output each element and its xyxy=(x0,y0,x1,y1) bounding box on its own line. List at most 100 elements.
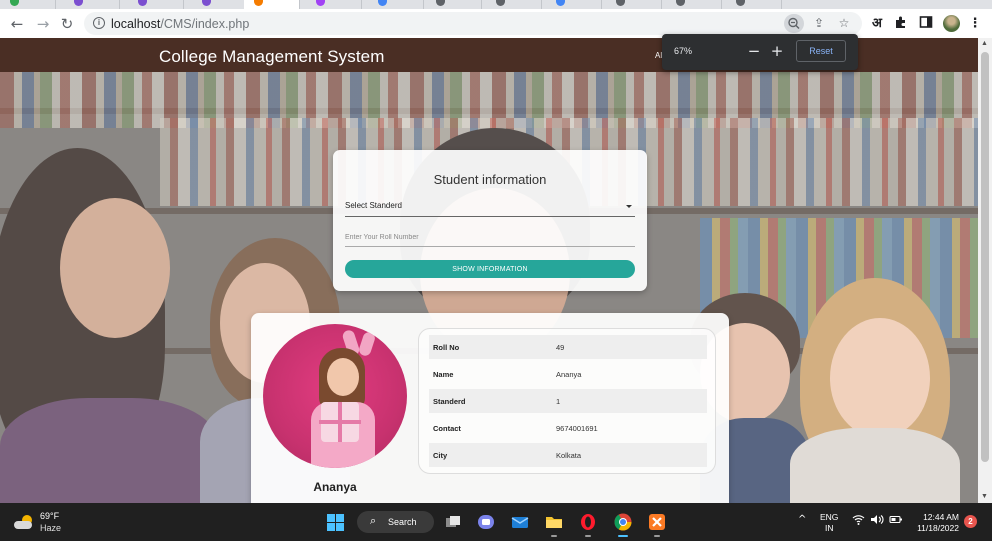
tab-favicon-icon xyxy=(202,0,211,6)
scrollbar-thumb[interactable] xyxy=(981,52,989,462)
tab-favicon-icon xyxy=(316,0,325,6)
extensions-icon[interactable] xyxy=(892,15,910,33)
row-value: Kolkata xyxy=(556,451,582,460)
chrome-icon[interactable] xyxy=(613,512,633,537)
back-icon[interactable]: ← xyxy=(7,14,27,34)
zoom-popup: 67% − + Reset xyxy=(662,34,858,70)
file-explorer-icon[interactable] xyxy=(544,512,564,537)
row-key: Contact xyxy=(433,424,461,433)
zoom-icon[interactable] xyxy=(784,14,804,33)
student-details-table: Roll No 49 Name Ananya Standerd 1 Contac… xyxy=(418,328,716,474)
side-panel-icon[interactable] xyxy=(917,15,935,33)
weather-condition: Haze xyxy=(40,523,62,533)
info-icon[interactable]: i xyxy=(93,17,105,29)
zoom-in-button[interactable]: + xyxy=(769,41,785,61)
weather-widget[interactable]: 69°F Haze xyxy=(14,511,74,535)
profile-avatar[interactable] xyxy=(943,15,960,32)
show-information-button[interactable]: SHOW INFORMATION xyxy=(345,260,635,278)
student-name: Ananya xyxy=(313,480,357,494)
browser-tab[interactable] xyxy=(192,0,248,9)
star-icon[interactable]: ☆ xyxy=(835,14,853,33)
mail-icon[interactable] xyxy=(510,512,530,532)
page-viewport: College Management System Al Student inf… xyxy=(0,38,978,503)
xampp-icon[interactable] xyxy=(647,512,667,537)
windows-taskbar: 69°F Haze ⌕ Search ^ ENG IN 12:44 AM 11/… xyxy=(0,503,992,541)
tab-strip xyxy=(0,0,992,9)
standard-select[interactable]: Select Standerd xyxy=(345,199,635,217)
more-menu-icon[interactable]: ⋮ xyxy=(966,15,984,33)
browser-tab[interactable] xyxy=(128,0,184,9)
tab-favicon-icon xyxy=(378,0,387,6)
browser-tab[interactable] xyxy=(306,0,362,9)
form-title: Student information xyxy=(433,172,547,187)
search-label: Search xyxy=(388,517,417,527)
start-icon[interactable] xyxy=(327,514,344,531)
tab-favicon-icon xyxy=(676,0,685,6)
clock-date: 11/18/2022 xyxy=(917,523,959,533)
browser-tab[interactable] xyxy=(666,0,722,9)
table-row: Standerd 1 xyxy=(429,389,707,413)
share-icon[interactable]: ⇪ xyxy=(810,14,828,33)
language-line1: ENG xyxy=(820,512,839,522)
table-row: Name Ananya xyxy=(429,362,707,386)
browser-tab[interactable] xyxy=(486,0,542,9)
tab-favicon-icon xyxy=(736,0,745,6)
forward-icon[interactable]: → xyxy=(33,14,53,34)
chevron-up-icon[interactable]: ^ xyxy=(798,514,806,525)
page-scrollbar[interactable]: ▲ ▼ xyxy=(978,38,992,503)
search-icon: ⌕ xyxy=(370,514,377,527)
site-brand[interactable]: College Management System xyxy=(159,47,385,67)
language-line2: IN xyxy=(824,523,834,533)
teams-icon[interactable] xyxy=(476,512,496,532)
row-value: 49 xyxy=(556,343,565,352)
tab-favicon-icon xyxy=(10,0,19,6)
row-value: Ananya xyxy=(556,370,582,379)
browser-tab[interactable] xyxy=(726,0,782,9)
standard-select-label: Select Standerd xyxy=(345,201,402,210)
language-indicator[interactable]: ENG IN xyxy=(820,512,838,534)
browser-tab[interactable] xyxy=(64,0,120,9)
partly-cloudy-icon xyxy=(14,515,34,529)
row-key: Roll No xyxy=(433,343,460,352)
tab-favicon-icon xyxy=(138,0,147,6)
url-path: /CMS/index.php xyxy=(160,17,250,31)
notification-badge[interactable]: 2 xyxy=(964,515,977,528)
address-bar[interactable]: i localhost/CMS/index.php ⇪ ☆ xyxy=(84,12,862,35)
tab-favicon-icon xyxy=(616,0,625,6)
zoom-out-button[interactable]: − xyxy=(746,41,762,61)
browser-tab[interactable] xyxy=(0,0,56,9)
tab-favicon-icon xyxy=(496,0,505,6)
student-info-form-card: Student information Select Standerd SHOW… xyxy=(333,150,647,291)
url-text[interactable]: localhost/CMS/index.php xyxy=(111,17,249,31)
opera-icon[interactable] xyxy=(578,512,598,537)
translate-icon[interactable]: अ xyxy=(868,15,886,33)
browser-tab[interactable] xyxy=(368,0,424,9)
scroll-up-icon[interactable]: ▲ xyxy=(981,40,988,47)
zoom-percent: 67% xyxy=(674,46,693,56)
table-row: City Kolkata xyxy=(429,443,707,467)
task-view-icon[interactable] xyxy=(443,512,463,532)
battery-icon[interactable] xyxy=(889,514,903,528)
volume-icon[interactable] xyxy=(870,514,884,528)
weather-temp: 69°F xyxy=(40,511,60,521)
browser-tab[interactable] xyxy=(426,0,482,9)
zoom-reset-button[interactable]: Reset xyxy=(796,40,846,62)
row-value: 9674001691 xyxy=(556,424,598,433)
clock-time: 12:44 AM xyxy=(923,512,959,522)
browser-tab[interactable] xyxy=(546,0,602,9)
tab-favicon-icon xyxy=(74,0,83,6)
reload-icon[interactable]: ↻ xyxy=(57,14,77,34)
table-row: Contact 9674001691 xyxy=(429,416,707,440)
tab-favicon-icon xyxy=(556,0,565,6)
wifi-icon[interactable] xyxy=(852,514,865,528)
browser-tab[interactable] xyxy=(606,0,662,9)
scroll-down-icon[interactable]: ▼ xyxy=(981,493,988,500)
tab-favicon-icon xyxy=(436,0,445,6)
system-clock[interactable]: 12:44 AM 11/18/2022 xyxy=(912,512,959,534)
taskbar-search-button[interactable]: ⌕ Search xyxy=(357,511,434,533)
student-result-card: Ananya Roll No 49 Name Ananya Standerd 1… xyxy=(251,313,729,503)
roll-number-input[interactable] xyxy=(345,228,635,247)
browser-tab-active[interactable] xyxy=(244,0,300,9)
row-value: 1 xyxy=(556,397,561,406)
row-key: Standerd xyxy=(433,397,466,406)
